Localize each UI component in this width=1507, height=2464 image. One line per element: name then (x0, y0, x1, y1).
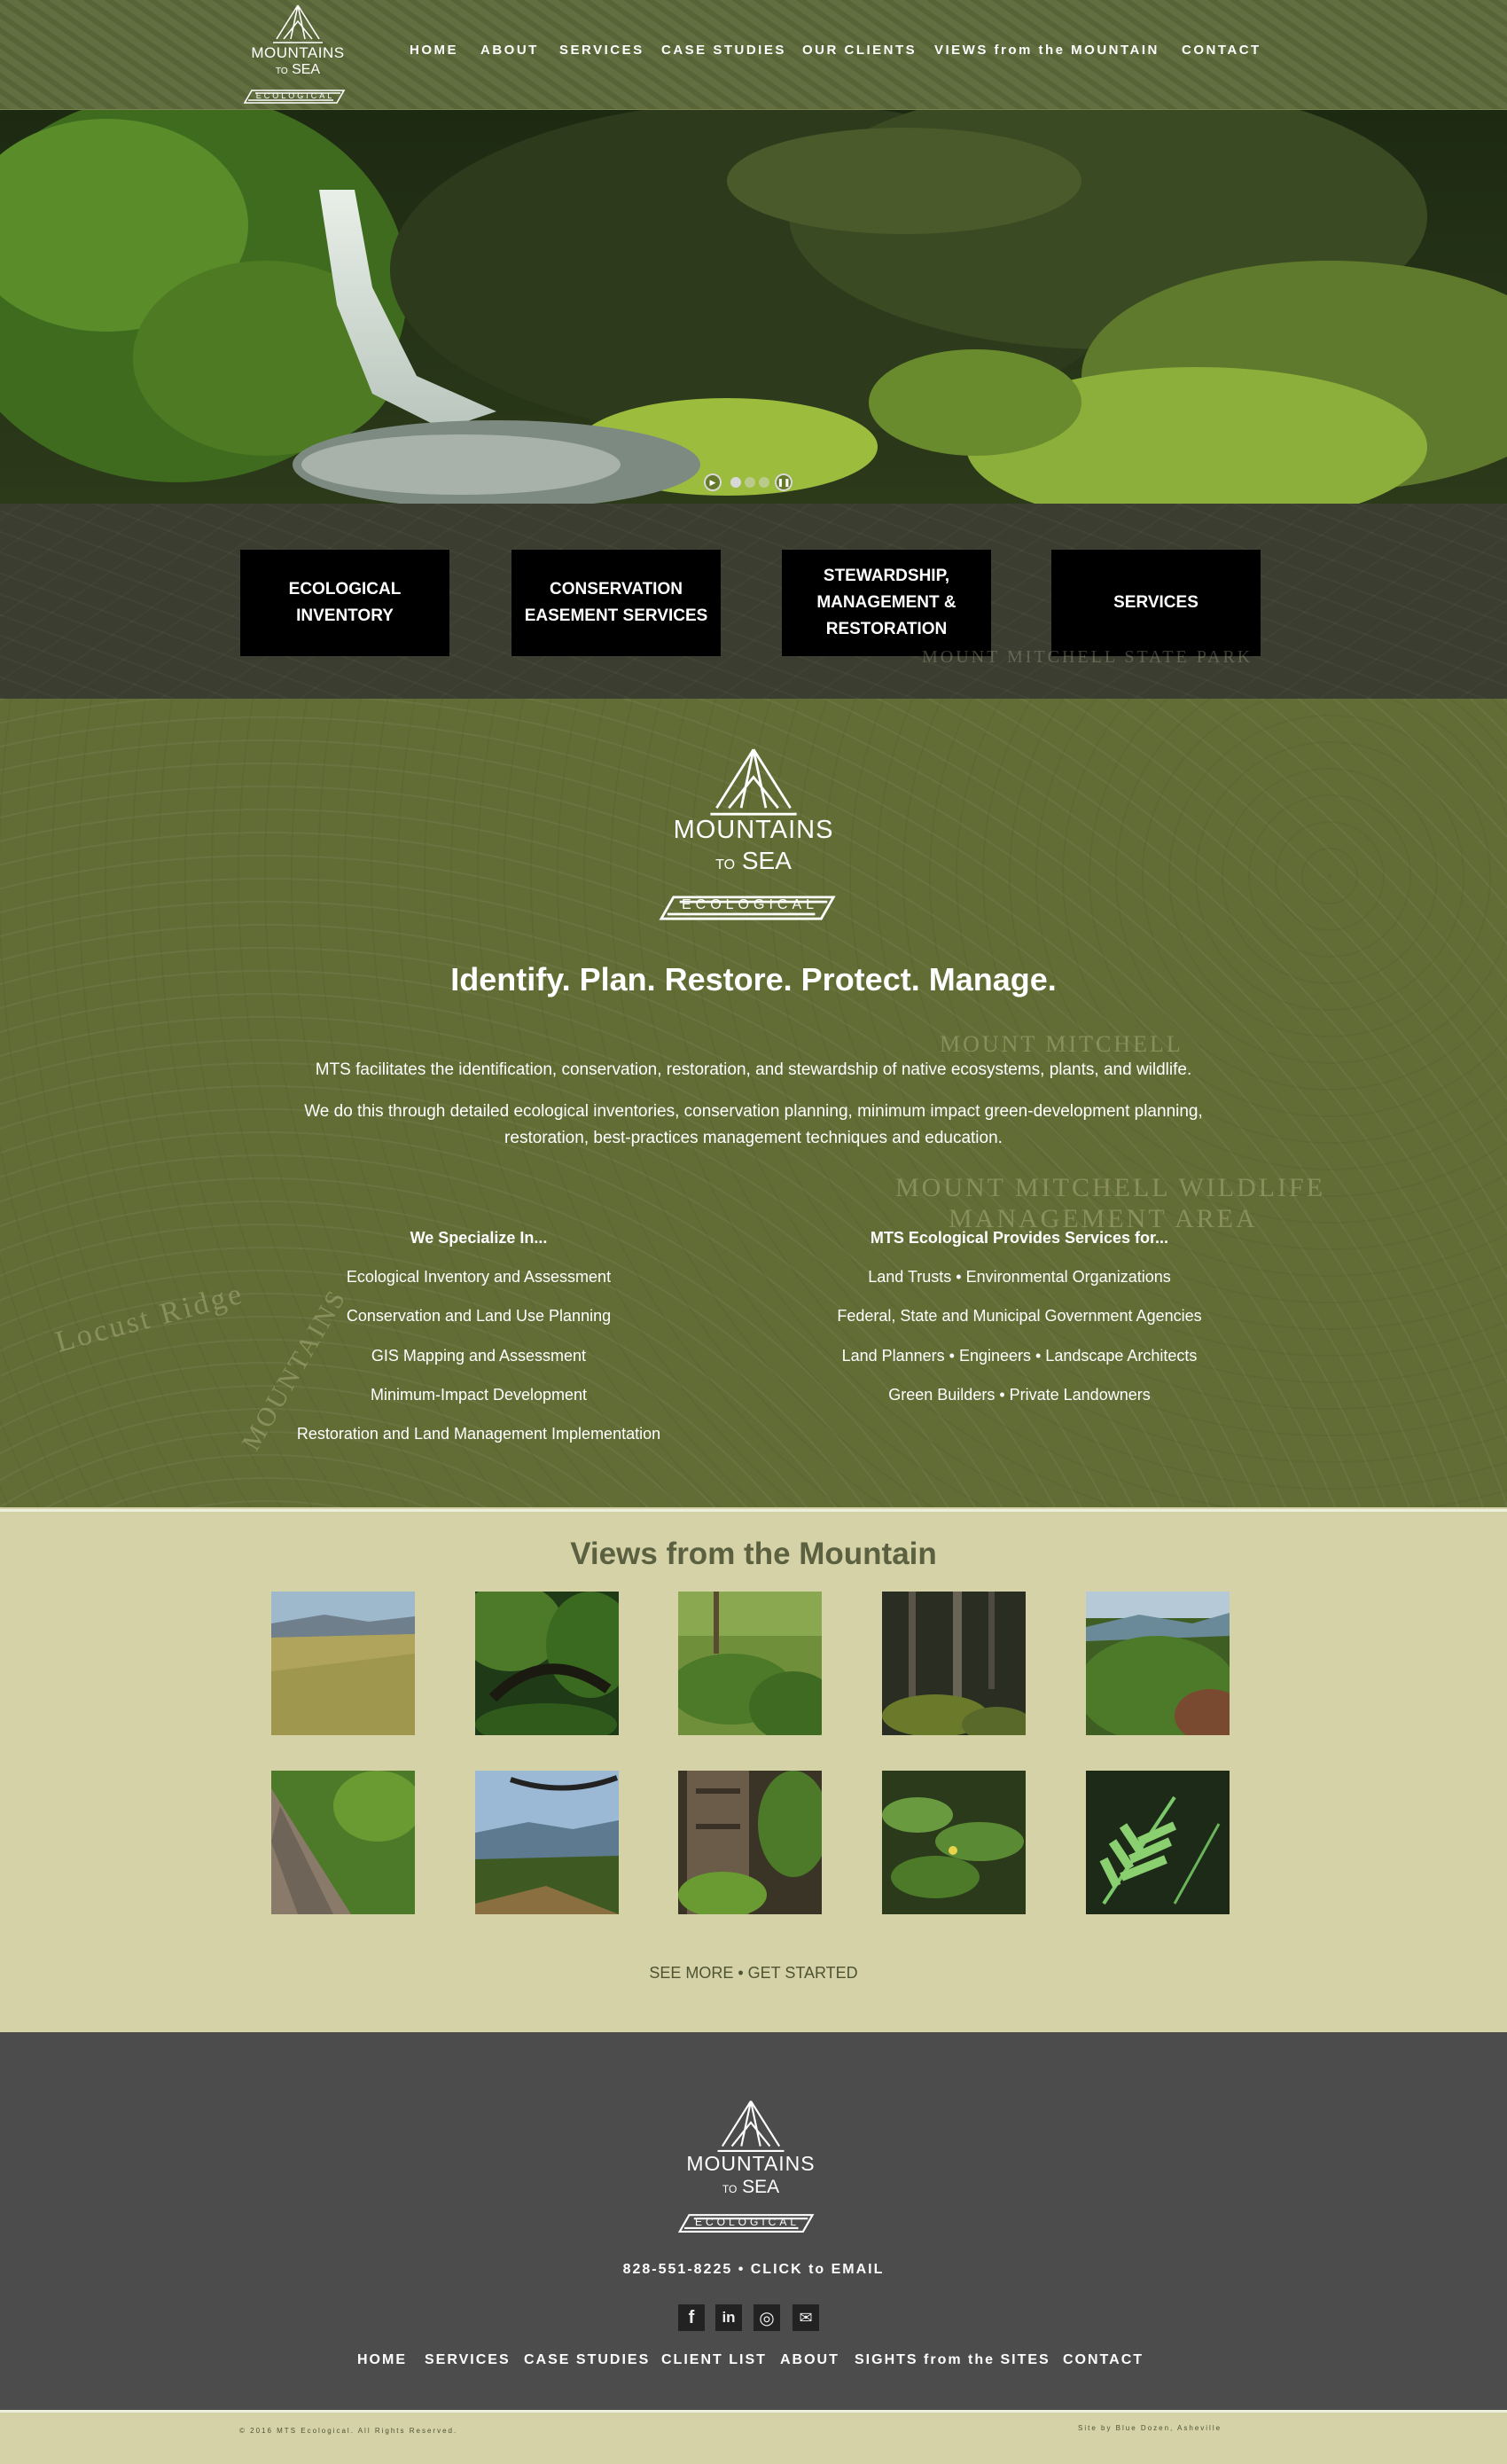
provides-heading: MTS Ecological Provides Services for... (870, 1229, 1169, 1247)
gallery-photo[interactable] (271, 1771, 415, 1914)
views-title: Views from the Mountain (570, 1537, 937, 1571)
gallery-photo[interactable] (678, 1592, 822, 1735)
site-header: MOUNTAINS TO SEA ECOLOGICAL HOME ABOUT S… (0, 0, 1507, 111)
gallery-photo[interactable] (1086, 1771, 1230, 1914)
gallery-photo[interactable] (882, 1592, 1026, 1735)
service-buttons-band: ECOLOGICAL INVENTORY CONSERVATION EASEME… (0, 504, 1507, 699)
views-section: Views from the Mountain SEE MORE • GET S… (0, 1509, 1507, 2031)
footer-nav-contact[interactable]: CONTACT (1063, 2352, 1144, 2368)
footer-nav-case-studies[interactable]: CASE STUDIES (524, 2352, 650, 2368)
see-more-link[interactable]: SEE MORE • GET STARTED (0, 1964, 1507, 1983)
specialize-item: Minimum-Impact Development (370, 1386, 588, 1404)
hero-slideshow: ▶ ❚❚ (0, 110, 1507, 504)
logo-line3: ECOLOGICAL (681, 897, 819, 912)
provides-item: Green Builders • Private Landowners (888, 1386, 1151, 1404)
logo-line1: MOUNTAINS (686, 2152, 816, 2175)
gallery-photo[interactable] (475, 1592, 619, 1735)
tagline: Identify. Plan. Restore. Protect. Manage… (450, 961, 1057, 997)
logo-line3: ECOLOGICAL (694, 2216, 800, 2228)
provides-item: Land Planners • Engineers • Landscape Ar… (841, 1347, 1198, 1365)
map-label: MOUNT MITCHELL WILDLIFE (895, 1173, 1326, 1202)
logo-line1: MOUNTAINS (673, 816, 834, 844)
intro-paragraph: restoration, best-practices management t… (504, 1129, 1003, 1147)
copyright: © 2016 MTS Ecological. All Rights Reserv… (239, 2427, 458, 2435)
slide-dot[interactable] (745, 477, 755, 488)
slide-dot[interactable] (759, 477, 769, 488)
specialize-item: GIS Mapping and Assessment (371, 1347, 587, 1365)
footer-logo[interactable]: MOUNTAINS TO SEA ECOLOGICAL (670, 2096, 832, 2234)
specialize-item: Ecological Inventory and Assessment (346, 1268, 612, 1286)
pause-icon[interactable]: ❚❚ (775, 473, 793, 491)
footer-nav-services[interactable]: SERVICES (425, 2352, 511, 2368)
footer-nav-home[interactable]: HOME (357, 2352, 407, 2368)
gallery-photo[interactable] (678, 1771, 822, 1914)
linkedin-icon[interactable]: in (715, 2304, 742, 2331)
intro-section: MOUNT MITCHELL MOUNT MITCHELL WILDLIFE M… (0, 699, 1507, 1507)
nav-contact[interactable]: CONTACT (1182, 43, 1261, 58)
conservation-easement-button[interactable]: CONSERVATION EASEMENT SERVICES (511, 550, 721, 656)
stewardship-button[interactable]: STEWARDSHIP, MANAGEMENT & RESTORATION (782, 550, 991, 656)
nav-case-studies[interactable]: CASE STUDIES (661, 43, 786, 58)
gallery-photo[interactable] (271, 1592, 415, 1735)
logo-line3: ECOLOGICAL (255, 91, 335, 100)
specialize-item: Restoration and Land Management Implemen… (296, 1425, 661, 1443)
footer-nav-about[interactable]: ABOUT (780, 2352, 839, 2368)
intro-paragraph: MTS facilitates the identification, cons… (315, 1060, 1192, 1079)
gallery-photo[interactable] (475, 1771, 619, 1914)
map-label: MOUNT MITCHELL STATE PARK (922, 647, 1253, 667)
footer-nav-client-list[interactable]: CLIENT LIST (661, 2352, 767, 2368)
logo-line2: TO SEA (715, 847, 792, 874)
main-logo: MOUNTAINS TO SEA ECOLOGICAL (649, 743, 858, 922)
nav-our-clients[interactable]: OUR CLIENTS (802, 43, 917, 58)
nav-about[interactable]: ABOUT (480, 43, 539, 58)
gallery-photo[interactable] (1086, 1592, 1230, 1735)
intro-paragraph: We do this through detailed ecological i… (304, 1102, 1203, 1121)
nav-services[interactable]: SERVICES (559, 43, 644, 58)
ecological-inventory-button[interactable]: ECOLOGICAL INVENTORY (240, 550, 449, 656)
facebook-icon[interactable]: f (678, 2304, 705, 2331)
site-logo[interactable]: MOUNTAINS TO SEA ECOLOGICAL (238, 2, 358, 105)
play-icon[interactable]: ▶ (704, 473, 722, 491)
bottom-bar: © 2016 MTS Ecological. All Rights Reserv… (0, 2410, 1507, 2464)
footer-nav-sights[interactable]: SIGHTS from the SITES (855, 2352, 1050, 2368)
logo-line2: TO SEA (722, 2177, 780, 2197)
waterfall-photo (0, 110, 1507, 504)
nav-views-from-the-mountain[interactable]: VIEWS from the MOUNTAIN (934, 43, 1160, 58)
email-icon[interactable]: ✉ (793, 2304, 819, 2331)
footer-contact[interactable]: 828-551-8225 • CLICK to EMAIL (0, 2262, 1507, 2278)
provides-item: Land Trusts • Environmental Organization… (868, 1268, 1171, 1286)
nav-home[interactable]: HOME (410, 43, 458, 58)
provides-item: Federal, State and Municipal Government … (837, 1307, 1202, 1325)
gallery-photo[interactable] (882, 1771, 1026, 1914)
logo-line1: MOUNTAINS (251, 44, 345, 61)
specialize-heading: We Specialize In... (410, 1229, 548, 1247)
logo-line2: TO SEA (275, 62, 321, 77)
site-credit[interactable]: Site by Blue Dozen, Asheville (1078, 2424, 1222, 2432)
map-label: MOUNT MITCHELL (940, 1031, 1183, 1057)
specialize-item: Conservation and Land Use Planning (346, 1307, 612, 1325)
slide-dot[interactable] (730, 477, 741, 488)
services-button[interactable]: SERVICES (1051, 550, 1261, 656)
instagram-icon[interactable]: ◎ (754, 2304, 780, 2331)
